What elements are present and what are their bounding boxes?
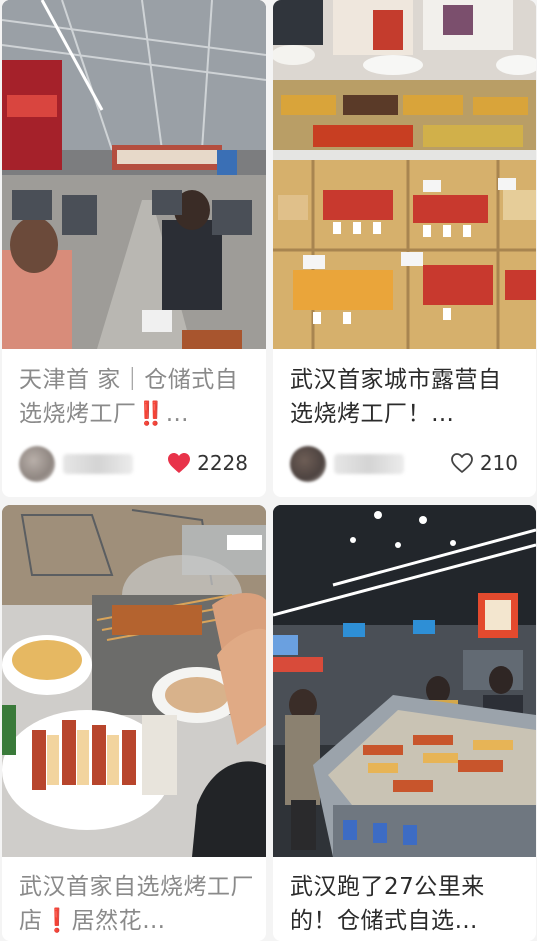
like-count: 2228 [197, 451, 248, 475]
photo-warehouse-dining-hall [2, 0, 266, 349]
author-name-blurred[interactable] [334, 454, 404, 474]
like-button[interactable]: 2228 [167, 450, 248, 476]
like-count: 210 [479, 451, 518, 475]
card-photo-store[interactable] [273, 505, 536, 857]
author-avatar[interactable] [19, 446, 55, 482]
feed-card-3[interactable]: 武汉首家自选烧烤工厂店❗️居然花… [2, 505, 266, 941]
heart-filled-icon [168, 453, 191, 473]
heart-outline-icon [450, 453, 473, 473]
card-title[interactable]: 天津首 家｜仓储式自选烧烤工厂‼️… [19, 363, 254, 431]
feed-card-2[interactable]: 武汉首家城市露营自选烧烤工厂！… 210 [273, 0, 536, 497]
card-photo-skewers[interactable] [273, 0, 536, 349]
card-footer: 210 [290, 442, 518, 482]
card-title[interactable]: 武汉跑了27公里来的！仓储式自选… [290, 870, 524, 938]
photo-skewer-display-counter [273, 0, 536, 349]
card-footer: 2228 [19, 442, 248, 482]
author-avatar[interactable] [290, 446, 326, 482]
feed-card-1[interactable]: 天津首 家｜仓储式自选烧烤工厂‼️… 2228 [2, 0, 266, 497]
card-title[interactable]: 武汉首家自选烧烤工厂店❗️居然花… [19, 870, 254, 938]
card-title[interactable]: 武汉首家城市露营自选烧烤工厂！… [290, 363, 524, 431]
photo-skewers-on-grill-table [2, 505, 266, 857]
card-photo-grill[interactable] [2, 505, 266, 857]
feed-card-4[interactable]: 武汉跑了27公里来的！仓储式自选… [273, 505, 536, 941]
author-name-blurred[interactable] [63, 454, 133, 474]
card-photo-warehouse[interactable] [2, 0, 266, 349]
like-button[interactable]: 210 [450, 450, 518, 476]
photo-store-interior-self-service [273, 505, 536, 857]
